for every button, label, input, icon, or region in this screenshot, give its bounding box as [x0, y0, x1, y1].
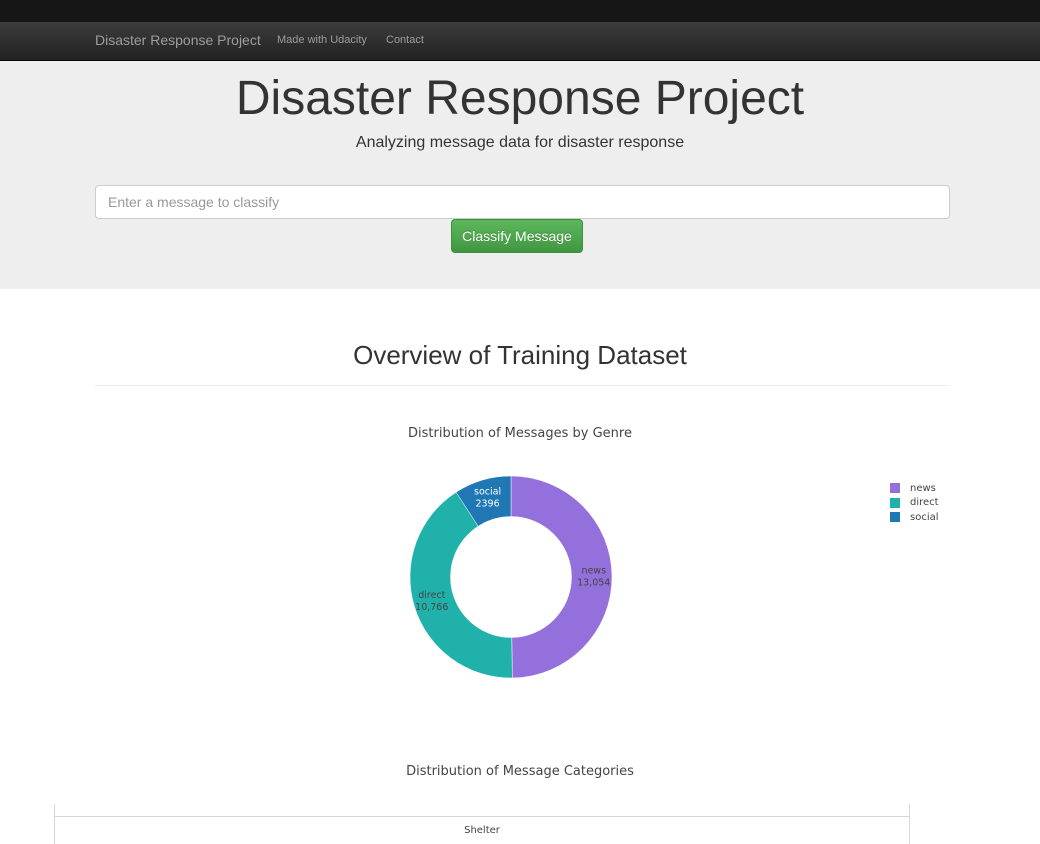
- donut-label-social: social 2396: [474, 487, 501, 510]
- classify-message-button[interactable]: Classify Message: [451, 219, 583, 253]
- legend-swatch-social: [890, 512, 900, 523]
- legend-swatch-direct: [890, 497, 900, 508]
- categories-chart-gridline: [55, 816, 909, 817]
- navbar: Disaster Response Project Made with Udac…: [0, 22, 1040, 61]
- legend-label-news: news: [910, 482, 936, 494]
- section-divider: [95, 385, 950, 386]
- category-label-shelter: Shelter: [464, 825, 500, 836]
- top-strip: [0, 0, 1040, 22]
- legend-item-social[interactable]: social: [890, 510, 939, 525]
- legend-label-direct: direct: [910, 497, 939, 509]
- section-title: Overview of Training Dataset: [353, 340, 687, 370]
- donut-slice-direct[interactable]: [409, 491, 513, 679]
- legend-swatch-news: [890, 483, 900, 494]
- nav-link-contact[interactable]: Contact: [386, 34, 424, 46]
- donut-label-news: news 13,054: [577, 565, 610, 588]
- nav-link-udacity[interactable]: Made with Udacity: [277, 34, 367, 46]
- navbar-brand[interactable]: Disaster Response Project: [95, 32, 261, 48]
- jumbotron: Disaster Response Project Analyzing mess…: [0, 61, 1040, 289]
- legend-item-news[interactable]: news: [890, 481, 939, 496]
- genre-donut-chart: news 13,054 direct 10,766 social 2396: [409, 475, 613, 679]
- donut-label-direct: direct 10,766: [415, 590, 448, 613]
- genre-chart-title: Distribution of Messages by Genre: [408, 426, 632, 441]
- categories-chart-title: Distribution of Message Categories: [406, 764, 634, 779]
- legend-label-social: social: [910, 511, 939, 523]
- message-input[interactable]: [95, 185, 950, 219]
- page-title: Disaster Response Project: [235, 72, 805, 125]
- page-subtitle: Analyzing message data for disaster resp…: [355, 134, 685, 151]
- categories-chart-frame: Shelter: [54, 804, 910, 844]
- genre-legend: news direct social: [890, 481, 939, 525]
- legend-item-direct[interactable]: direct: [890, 496, 939, 511]
